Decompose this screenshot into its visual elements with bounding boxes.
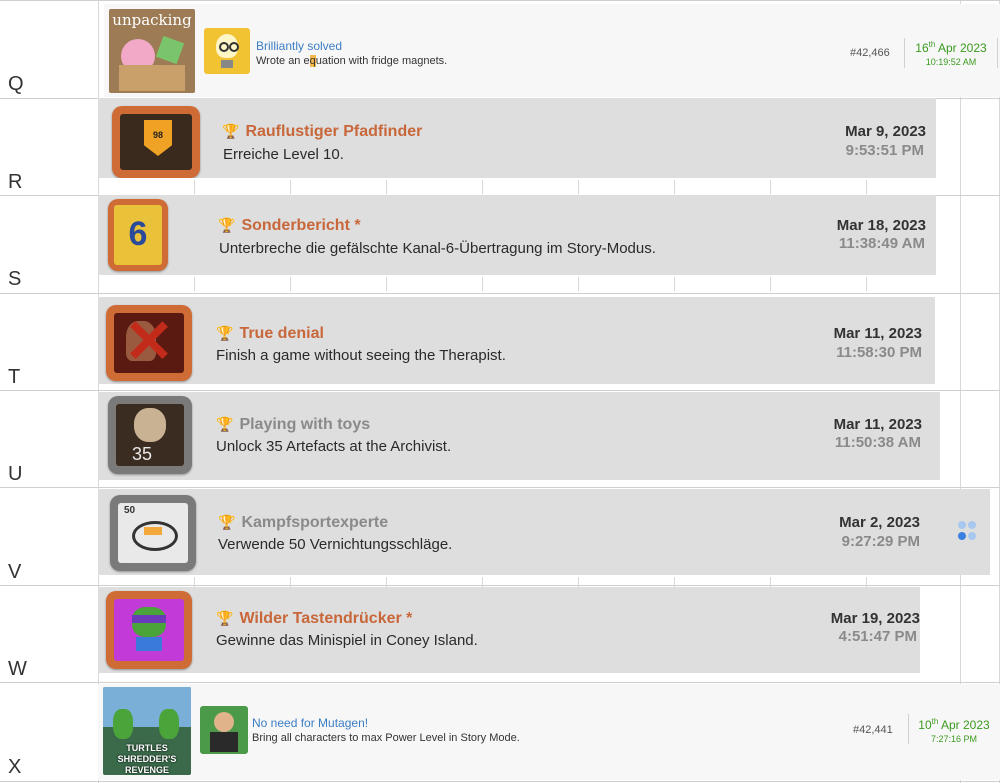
achievement-description: Unterbreche die gefälschte Kanal-6-Übert… [219, 240, 656, 257]
achievement-description: Wrote an equation with fridge magnets. [256, 55, 448, 67]
achievement-card[interactable]: 35 🏆 Playing with toys Unlock 35 Artefact… [98, 392, 940, 480]
cross-icon: ✕ [123, 308, 175, 375]
row-letter: R [8, 171, 23, 193]
site-achievement-row[interactable]: unpacking Brilliantly solved Wrote an eq… [104, 4, 1000, 97]
achievement-description: Verwende 50 Vernichtungsschläge. [218, 536, 453, 553]
achievement-title-link[interactable]: No need for Mutagen! [252, 716, 368, 730]
trophy-icon: 🏆 [216, 416, 234, 432]
game-banner-title: TURTLES SHREDDER'S REVENGE [117, 743, 177, 775]
trophy-icon: 🏆 [222, 123, 240, 139]
row-letter: W [8, 658, 27, 680]
achievement-badge: 50 [110, 495, 196, 571]
unlock-time: 9:27:29 PM [841, 533, 920, 550]
unlock-date: Mar 19, 2023 [830, 610, 920, 627]
character-icon [200, 706, 248, 754]
level-number: 98 [152, 130, 163, 140]
grid-line [0, 0, 1000, 1]
trophy-icon: 🏆 [216, 610, 234, 626]
grid-line [960, 0, 961, 783]
unlock-time: 11:50:38 AM [834, 434, 921, 451]
achievement-badge: ✕ [106, 305, 192, 381]
achievement-title: 🏆 Sonderbericht * [218, 217, 361, 234]
unlock-date: Mar 11, 2023 [833, 325, 922, 342]
unlock-time: 7:27:16 PM [930, 734, 978, 744]
unlock-number: #42,466 [850, 47, 890, 59]
unlock-time: 11:58:30 PM [836, 344, 922, 361]
achievement-description: Gewinne das Minispiel in Coney Island. [216, 632, 478, 649]
achievement-badge [106, 591, 192, 669]
drag-handle-icon[interactable] [954, 519, 980, 545]
unlock-date: Mar 9, 2023 [845, 123, 926, 140]
achievement-badge: 6 [108, 199, 168, 271]
achievement-card[interactable]: ✕ 🏆 True denial Finish a game without see… [98, 297, 935, 384]
achievement-badge: 35 [108, 396, 192, 474]
unlock-time: 4:51:47 PM [838, 628, 917, 645]
game-banner: unpacking [109, 9, 195, 93]
achievement-description: Bring all characters to max Power Level … [252, 732, 520, 744]
unlock-date: Mar 18, 2023 [836, 217, 926, 234]
unlock-date: 16th Apr 2023 [915, 40, 987, 55]
row-letter: X [8, 756, 22, 778]
hit-count: 50 [124, 505, 136, 516]
artefact-count: 35 [132, 444, 153, 464]
trophy-icon: 🏆 [216, 325, 234, 341]
row-letter: T [8, 366, 21, 388]
achievement-badge: 98 [112, 106, 200, 178]
row-letter: S [8, 268, 22, 290]
lightbulb-icon [204, 28, 250, 74]
channel-number: 6 [128, 215, 148, 253]
achievement-title: 🏆 Wilder Tastendrücker * [216, 610, 413, 627]
game-banner: TURTLES SHREDDER'S REVENGE [103, 687, 191, 775]
row-letter: V [8, 561, 22, 583]
achievement-description: Finish a game without seeing the Therapi… [216, 347, 506, 364]
achievement-card[interactable]: 50 🏆 Kampfsportexperte Verwende 50 Vernic… [98, 489, 990, 575]
unlock-time: 10:19:52 AM [925, 57, 977, 67]
achievement-description: Unlock 35 Artefacts at the Archivist. [216, 438, 452, 455]
grid-line [0, 682, 1000, 683]
achievement-card[interactable]: 6 🏆 Sonderbericht * Unterbreche die gefäl… [98, 195, 936, 275]
tick-row [98, 180, 960, 194]
achievement-title: 🏆 Playing with toys [216, 416, 371, 433]
site-achievement-row[interactable]: TURTLES SHREDDER'S REVENGE No need for M… [98, 684, 1000, 780]
achievement-card[interactable]: 98 🏆 Rauflustiger Pfadfinder Erreiche Lev… [98, 98, 936, 178]
achievement-title-link[interactable]: Brilliantly solved [256, 39, 342, 53]
unlock-date: Mar 2, 2023 [839, 514, 920, 531]
unlock-time: 9:53:51 PM [845, 142, 924, 159]
unlock-date: 10th Apr 2023 [918, 717, 990, 732]
achievement-title: 🏆 Rauflustiger Pfadfinder [222, 123, 423, 140]
row-letter: U [8, 463, 23, 485]
game-banner-title: unpacking [112, 11, 192, 29]
trophy-icon: 🏆 [218, 514, 236, 530]
unlock-date: Mar 11, 2023 [833, 416, 922, 433]
achievement-card[interactable]: 🏆 Wilder Tastendrücker * Gewinne das Mini… [98, 587, 920, 673]
unlock-number: #42,441 [853, 724, 893, 736]
grid-line [0, 390, 1000, 391]
tick-row [98, 277, 960, 291]
unlock-time: 11:38:49 AM [838, 235, 925, 252]
row-letter: Q [8, 73, 24, 95]
achievement-title: 🏆 True denial [216, 325, 324, 342]
grid-line [0, 293, 1000, 294]
trophy-icon: 🏆 [218, 217, 236, 233]
achievement-description: Erreiche Level 10. [223, 146, 344, 163]
grid-line [0, 487, 1000, 488]
grid-line [0, 781, 1000, 782]
achievement-title: 🏆 Kampfsportexperte [218, 514, 389, 531]
